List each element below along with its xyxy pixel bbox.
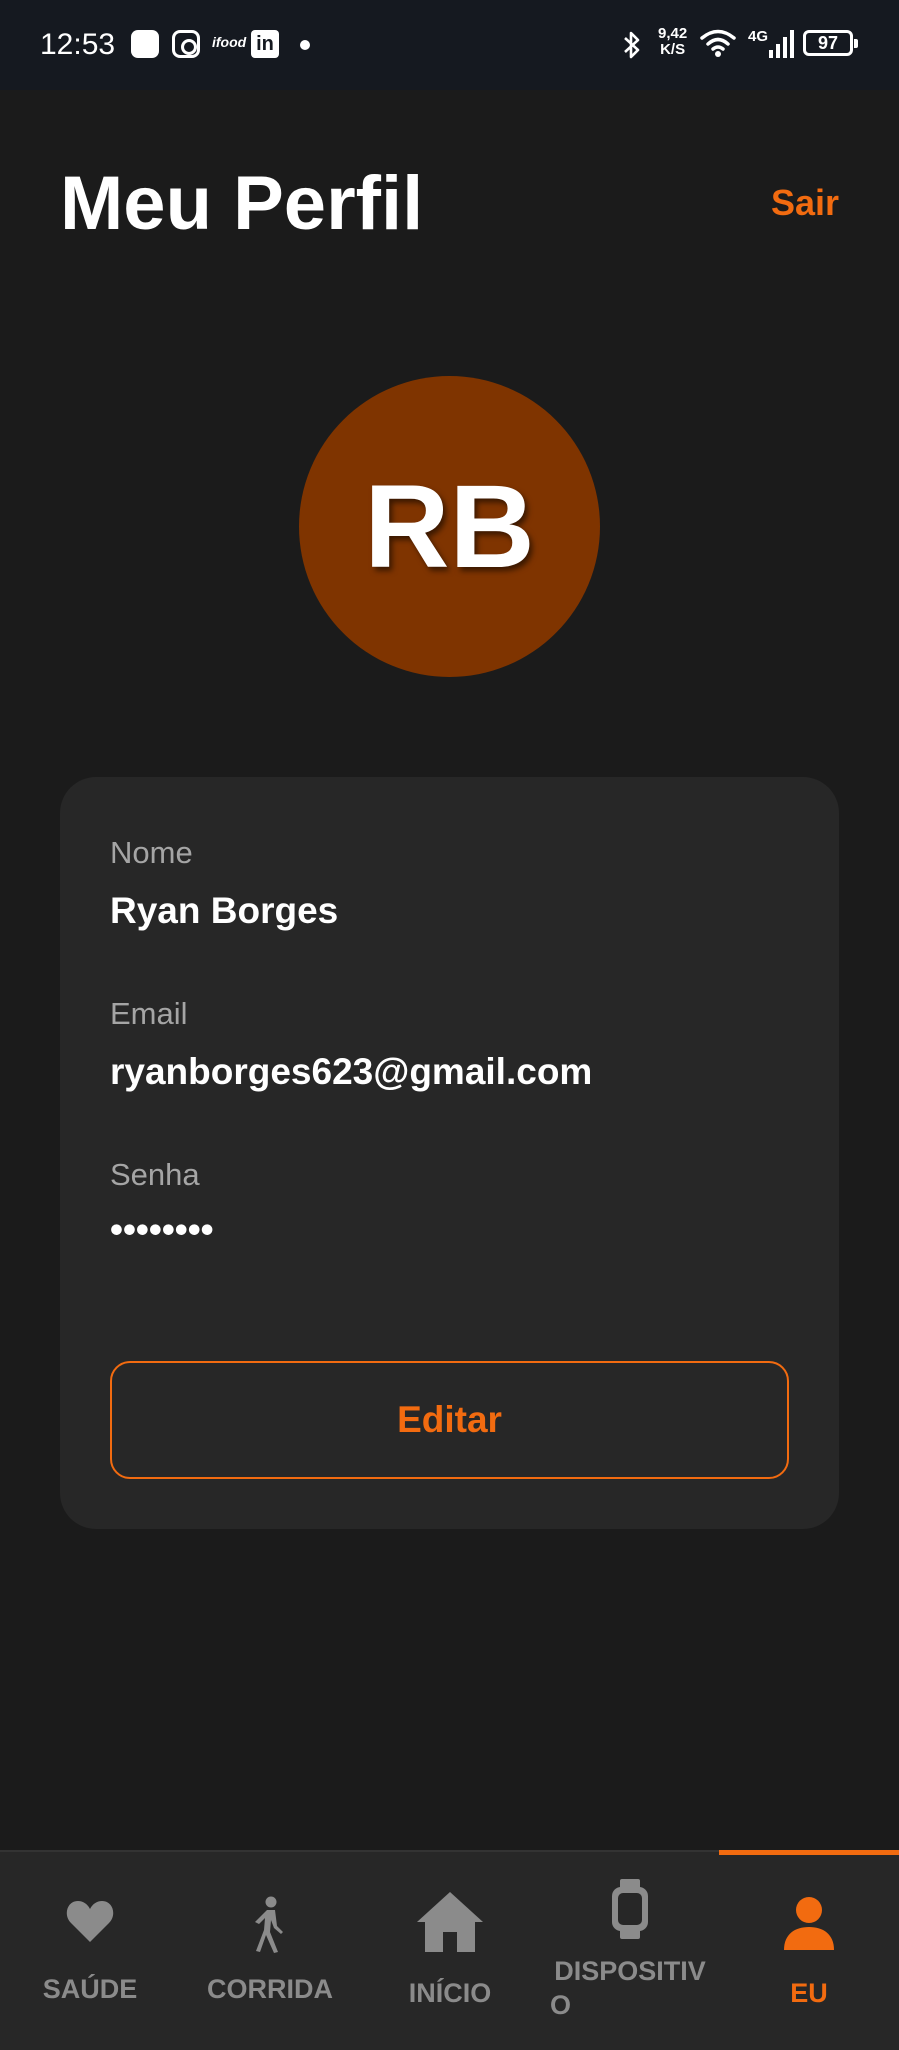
linkedin-icon: in [251,30,279,58]
status-time: 12:53 [40,28,116,61]
nav-label-dispositivo: DISPOSITIV O [540,1954,720,2022]
network-speed-unit: K/S [660,41,686,58]
network-type: 4G [748,28,769,45]
watch-icon [612,1879,648,1939]
home-icon [417,1892,483,1952]
nav-item-eu[interactable]: EU [719,1852,899,2050]
bottom-nav: SAÚDE CORRIDA INÍCIO DISPOSITIV O EU [0,1850,899,2050]
network-speed-value: 9,42 [658,25,688,42]
nav-label-eu: EU [790,1978,828,2008]
email-value: ryanborges623@gmail.com [110,1051,593,1092]
nav-item-saude[interactable]: SAÚDE [0,1852,180,2050]
name-label: Nome [110,835,193,870]
avatar: RB [299,376,600,677]
network-speed: 9,42 K/S [658,26,687,58]
nav-item-corrida[interactable]: CORRIDA [180,1852,360,2050]
more-notifications-dot-icon [300,40,310,50]
nav-label-inicio: INÍCIO [408,1978,492,2008]
nav-item-dispositivo[interactable]: DISPOSITIV O [540,1852,720,2050]
signal-icon [769,30,794,58]
bluetooth-icon [624,31,640,59]
wifi-icon [700,29,736,57]
nav-label-dispositivo-line1: DISPOSITIV [554,1956,706,1986]
profile-card: Nome Ryan Borges Email ryanborges623@gma… [60,777,839,1529]
nav-item-inicio[interactable]: INÍCIO [360,1852,540,2050]
nav-label-saude: SAÚDE [42,1974,138,2004]
password-label: Senha [110,1157,200,1192]
avatar-initials: RB [364,460,535,593]
page-title: Meu Perfil [60,161,424,246]
edit-button[interactable]: Editar [110,1361,789,1479]
heart-icon [66,1901,114,1942]
instagram-icon [172,30,200,58]
password-value: •••••••• [110,1209,214,1250]
person-icon [784,1897,834,1950]
app-notification-icon [131,30,159,58]
logout-button[interactable]: Sair [771,182,839,224]
nav-label-corrida: CORRIDA [207,1974,333,2004]
ifood-icon: ifood [212,34,247,50]
status-bar: 12:53 ifood in 9,42 K/S 4G 97 [0,0,899,90]
name-value: Ryan Borges [110,890,339,931]
nav-label-dispositivo-line2: O [550,1990,572,2020]
email-label: Email [110,996,188,1031]
walking-icon [255,1896,283,1953]
battery-indicator: 97 [803,30,858,56]
